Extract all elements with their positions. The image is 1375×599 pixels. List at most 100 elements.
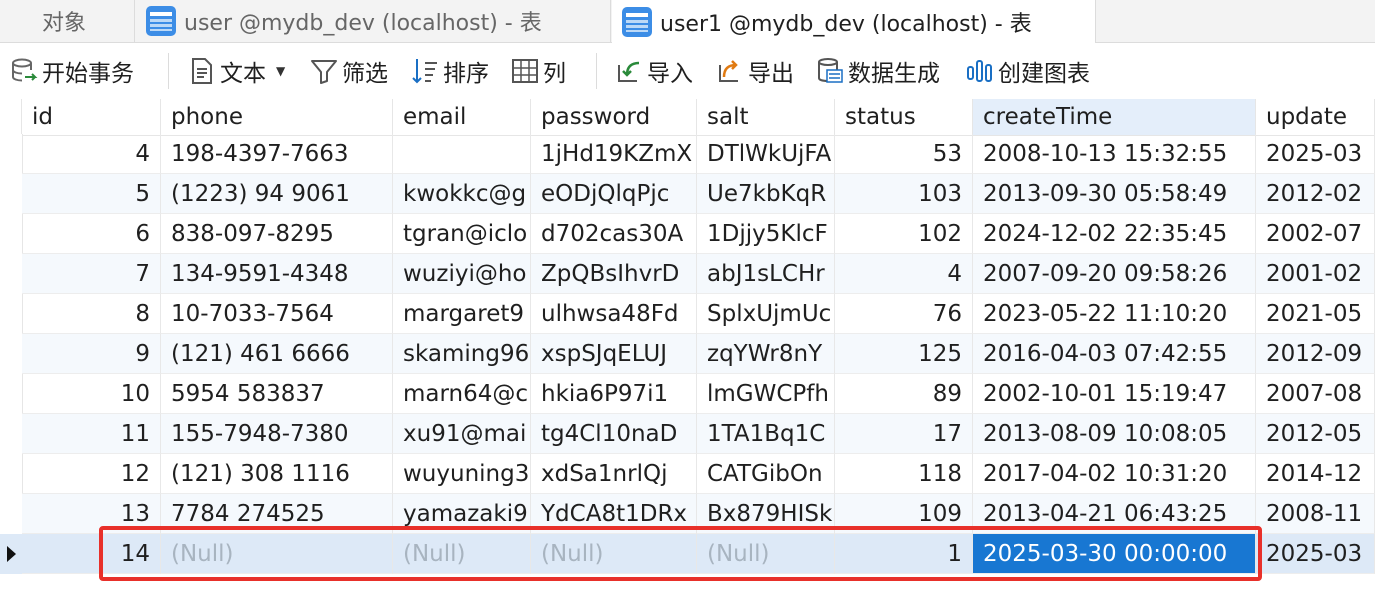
- cell-status[interactable]: 109: [835, 494, 973, 534]
- cell-status[interactable]: 4: [835, 254, 973, 294]
- cell-password[interactable]: ZpQBsIhvrD: [531, 254, 697, 294]
- cell-status[interactable]: 103: [835, 174, 973, 214]
- cell-phone[interactable]: 5954 583837: [161, 374, 393, 414]
- cell-password[interactable]: (Null): [531, 534, 697, 574]
- tab-user-table[interactable]: user @mydb_dev (localhost) - 表: [136, 0, 611, 42]
- cell-email[interactable]: [393, 134, 531, 174]
- cell-id[interactable]: 10: [22, 374, 161, 414]
- import-button[interactable]: 导入: [615, 53, 693, 89]
- cell-email[interactable]: tgran@iclo: [393, 214, 531, 254]
- cell-salt[interactable]: Ue7kbKqR: [697, 174, 835, 214]
- cell-status[interactable]: 53: [835, 134, 973, 174]
- cell-id[interactable]: 11: [22, 414, 161, 454]
- cell-phone[interactable]: 134-9591-4348: [161, 254, 393, 294]
- create-chart-button[interactable]: 创建图表: [966, 53, 1090, 89]
- table-row[interactable]: 9 (121) 461 6666 skaming96 xspSJqELUJ zqYWr8…: [0, 334, 1375, 374]
- cell-status[interactable]: 89: [835, 374, 973, 414]
- cell-id[interactable]: 8: [22, 294, 161, 334]
- cell-createtime[interactable]: 2013-04-21 06:43:25: [973, 494, 1256, 534]
- cell-phone[interactable]: 198-4397-7663: [161, 134, 393, 174]
- cell-email[interactable]: kwokkc@g: [393, 174, 531, 214]
- cell-createtime[interactable]: 2013-09-30 05:58:49: [973, 174, 1256, 214]
- cell-status[interactable]: 102: [835, 214, 973, 254]
- row-selector[interactable]: [0, 254, 23, 294]
- cell-createtime[interactable]: 2024-12-02 22:35:45: [973, 214, 1256, 254]
- cell-id[interactable]: 9: [22, 334, 161, 374]
- row-selector[interactable]: [0, 134, 23, 174]
- table-row[interactable]: 4 198-4397-7663 1jHd19KZmX DTlWkUjFA 53 2008-…: [0, 134, 1375, 174]
- tab-user1-table[interactable]: user1 @mydb_dev (localhost) - 表: [612, 0, 1096, 43]
- row-selector[interactable]: [0, 374, 23, 414]
- table-row[interactable]: 10 5954 583837 marn64@c hkia6P97i1 lmGWCPfh 8…: [0, 374, 1375, 414]
- table-row[interactable]: 14 (Null) (Null) (Null) (Null) 1 2025-03-30 00…: [0, 534, 1375, 574]
- cell-id[interactable]: 4: [22, 134, 161, 174]
- data-grid[interactable]: id phone email password salt status crea…: [0, 99, 1375, 599]
- begin-transaction-button[interactable]: 开始事务: [10, 53, 134, 89]
- cell-phone[interactable]: (1223) 94 9061: [161, 174, 393, 214]
- table-row[interactable]: 12 (121) 308 1116 wuyuning3 xdSa1nrlQj CATGi…: [0, 454, 1375, 494]
- row-selector[interactable]: [0, 174, 23, 214]
- cell-phone[interactable]: 838-097-8295: [161, 214, 393, 254]
- cell-phone[interactable]: (121) 308 1116: [161, 454, 393, 494]
- row-selector[interactable]: [0, 414, 23, 454]
- cell-phone[interactable]: 155-7948-7380: [161, 414, 393, 454]
- cell-salt[interactable]: (Null): [697, 534, 835, 574]
- row-selector[interactable]: [0, 294, 23, 334]
- table-row[interactable]: 13 7784 274525 yamazaki9 YdCA8t1DRx Bx879HIS…: [0, 494, 1375, 534]
- cell-email[interactable]: yamazaki9: [393, 494, 531, 534]
- cell-status[interactable]: 17: [835, 414, 973, 454]
- cell-id[interactable]: 6: [22, 214, 161, 254]
- cell-salt[interactable]: Bx879HISk: [697, 494, 835, 534]
- cell-id[interactable]: 12: [22, 454, 161, 494]
- cell-password[interactable]: hkia6P97i1: [531, 374, 697, 414]
- cell-password[interactable]: YdCA8t1DRx: [531, 494, 697, 534]
- cell-createtime[interactable]: 2023-05-22 11:10:20: [973, 294, 1256, 334]
- cell-email[interactable]: xu91@mai: [393, 414, 531, 454]
- table-row[interactable]: 5 (1223) 94 9061 kwokkc@g eODjQlqPjc Ue7kbKq…: [0, 174, 1375, 214]
- cell-update[interactable]: 2012-09: [1256, 334, 1375, 374]
- column-header-phone[interactable]: phone: [161, 99, 393, 135]
- cell-email[interactable]: margaret9: [393, 294, 531, 334]
- filter-button[interactable]: 筛选: [310, 53, 388, 89]
- column-header-password[interactable]: password: [531, 99, 697, 135]
- cell-update[interactable]: 2008-11: [1256, 494, 1375, 534]
- column-header-status[interactable]: status: [835, 99, 973, 135]
- row-selector[interactable]: [0, 534, 23, 574]
- cell-update[interactable]: 2012-02: [1256, 174, 1375, 214]
- column-header-id[interactable]: id: [22, 99, 161, 135]
- cell-update[interactable]: 2012-05: [1256, 414, 1375, 454]
- cell-createtime[interactable]: 2008-10-13 15:32:55: [973, 134, 1256, 174]
- cell-update[interactable]: 2025-03: [1256, 134, 1375, 174]
- cell-id[interactable]: 14: [22, 534, 161, 574]
- cell-salt[interactable]: DTlWkUjFA: [697, 134, 835, 174]
- cell-status[interactable]: 1: [835, 534, 973, 574]
- row-selector[interactable]: [0, 214, 23, 254]
- row-selector[interactable]: [0, 454, 23, 494]
- cell-update[interactable]: 2021-05: [1256, 294, 1375, 334]
- sort-button[interactable]: 排序: [411, 53, 489, 89]
- cell-salt[interactable]: 1TA1Bq1C: [697, 414, 835, 454]
- cell-createtime[interactable]: 2016-04-03 07:42:55: [973, 334, 1256, 374]
- table-row[interactable]: 6 838-097-8295 tgran@iclo d702cas30A 1Djjy5K…: [0, 214, 1375, 254]
- cell-createtime[interactable]: 2025-03-30 00:00:00: [973, 534, 1256, 574]
- cell-password[interactable]: ulhwsa48Fd: [531, 294, 697, 334]
- column-header-update[interactable]: update: [1256, 99, 1375, 135]
- cell-salt[interactable]: abJ1sLCHr: [697, 254, 835, 294]
- cell-salt[interactable]: 1Djjy5KlcF: [697, 214, 835, 254]
- cell-salt[interactable]: zqYWr8nY: [697, 334, 835, 374]
- cell-update[interactable]: 2001-02: [1256, 254, 1375, 294]
- row-selector[interactable]: [0, 494, 23, 534]
- cell-password[interactable]: xdSa1nrlQj: [531, 454, 697, 494]
- data-generation-button[interactable]: 数据生成: [816, 53, 940, 89]
- cell-id[interactable]: 7: [22, 254, 161, 294]
- cell-update[interactable]: 2002-07: [1256, 214, 1375, 254]
- cell-email[interactable]: wuyuning3: [393, 454, 531, 494]
- cell-email[interactable]: (Null): [393, 534, 531, 574]
- export-button[interactable]: 导出: [716, 53, 794, 89]
- cell-password[interactable]: eODjQlqPjc: [531, 174, 697, 214]
- cell-createtime[interactable]: 2002-10-01 15:19:47: [973, 374, 1256, 414]
- table-row[interactable]: 11 155-7948-7380 xu91@mai tg4Cl10naD 1TA1Bq1…: [0, 414, 1375, 454]
- cell-salt[interactable]: CATGibOn: [697, 454, 835, 494]
- cell-phone[interactable]: 10-7033-7564: [161, 294, 393, 334]
- cell-status[interactable]: 125: [835, 334, 973, 374]
